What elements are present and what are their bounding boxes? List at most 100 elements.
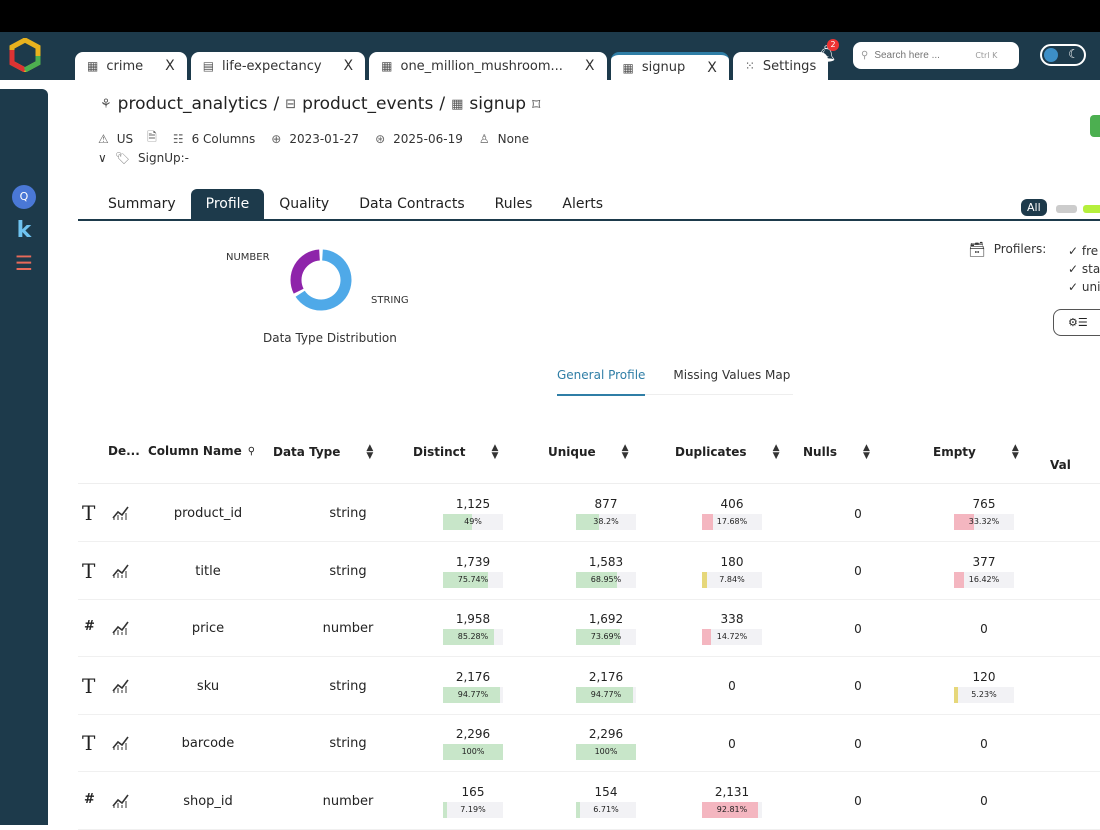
tab-label: signup — [641, 60, 686, 75]
table-row[interactable]: Tsku string 2,176 94.77% 2,176 94.77% 0 0 120 5.2… — [78, 658, 1100, 715]
column-header[interactable]: Column Name ⚲ — [148, 444, 255, 458]
percent-label: 7.19% — [460, 804, 486, 814]
search-box[interactable]: ⚲ Ctrl K — [853, 42, 1019, 69]
filter-all-pill[interactable]: All — [1021, 199, 1047, 216]
profiler-item: ✓ uni — [1068, 280, 1100, 294]
subtab-missing-values[interactable]: Missing Values Map — [673, 368, 790, 396]
sort-icon[interactable]: ▲ ▼ — [622, 444, 629, 461]
nulls-value: 0 — [854, 736, 862, 751]
tab-rules[interactable]: Rules — [480, 189, 548, 219]
percent-label: 16.42% — [968, 574, 1000, 584]
breadcrumb-schema[interactable]: product_events — [302, 94, 433, 114]
table-row[interactable]: Ttitle string 1,739 75.74% 1,583 68.95% 180 7.8… — [78, 543, 1100, 600]
column-name-cell: sku — [148, 658, 268, 715]
filter-grey-pill[interactable] — [1056, 205, 1077, 213]
close-icon[interactable]: X — [344, 58, 354, 74]
chart-icon[interactable] — [111, 732, 131, 752]
tab-crime[interactable]: ▦ crime X — [75, 52, 187, 80]
close-icon[interactable]: X — [585, 58, 595, 74]
doc-icon[interactable]: 🗎︎ — [147, 128, 157, 149]
bookmark-icon[interactable]: ⌑ — [532, 95, 540, 114]
percent-bar: 94.77% — [443, 686, 503, 703]
search-input[interactable] — [874, 50, 970, 61]
tab-alerts[interactable]: Alerts — [547, 189, 618, 219]
tab-summary[interactable]: Summary — [93, 189, 191, 219]
tab-signup[interactable]: ▦ signup X — [610, 52, 729, 80]
chart-icon[interactable] — [111, 560, 131, 580]
data-type: number — [322, 793, 374, 809]
table-row[interactable]: # price number 1,958 85.28% 1,692 73.69% 338 14.… — [78, 600, 1100, 657]
tab-data-contracts[interactable]: Data Contracts — [344, 189, 479, 219]
percent-bar: 49% — [443, 514, 503, 530]
table-row[interactable]: # shop_id number 165 7.19% 154 6.71% 2,131 92.81… — [78, 773, 1100, 830]
sort-icon[interactable]: ▲ ▼ — [773, 444, 780, 461]
layers-icon[interactable]: ☰ — [12, 251, 36, 275]
unique-value: 1,692 — [588, 612, 624, 626]
chart-icon[interactable] — [111, 502, 131, 522]
search-shortcut: Ctrl K — [975, 51, 998, 60]
table-header: De... Column Name ⚲ Data Type ▲ ▼ Distinct ▲ ▼ Un… — [78, 436, 1100, 484]
percent-label: 7.84% — [719, 574, 745, 584]
breadcrumb-database[interactable]: product_analytics — [118, 94, 268, 114]
file-tabs: ▦ crime X ▤ life-expectancy X ▦ one_million_mus… — [75, 52, 832, 80]
sort-icon[interactable]: ▲ ▼ — [863, 444, 870, 461]
column-header[interactable]: Nulls ▲ ▼ — [803, 444, 870, 461]
tab-profile[interactable]: Profile — [190, 189, 265, 219]
bigquery-icon[interactable]: Q — [12, 185, 36, 209]
theme-toggle[interactable]: ☾ — [1040, 44, 1086, 66]
close-icon[interactable]: X — [165, 58, 175, 74]
table-row[interactable]: Tproduct_id string 1,125 49% 877 38.2% 406 17.6… — [78, 485, 1100, 542]
k-connector-icon[interactable]: k — [12, 219, 36, 243]
chart-icon[interactable] — [111, 675, 131, 695]
chart-icon[interactable] — [111, 617, 131, 637]
sort-icon[interactable]: ▲ ▼ — [491, 444, 498, 461]
user-icon: ♙ — [478, 131, 490, 146]
tab-quality[interactable]: Quality — [264, 189, 344, 219]
column-name: title — [195, 563, 221, 579]
breadcrumb-separator: / — [273, 94, 280, 114]
column-header[interactable]: De... — [108, 444, 140, 458]
percent-label: 100% — [461, 747, 485, 756]
chevron-down-icon[interactable]: ∨ — [98, 151, 107, 165]
close-icon[interactable]: X — [707, 60, 717, 76]
tab-label: crime — [106, 58, 144, 74]
tab-life-expectancy[interactable]: ▤ life-expectancy X — [190, 52, 366, 80]
column-header[interactable]: Data Type ▲ ▼ — [273, 444, 373, 461]
distinct-value: 1,739 — [455, 554, 491, 569]
column-header[interactable]: Unique ▲ ▼ — [548, 444, 629, 461]
configure-button[interactable]: ⚙☰ — [1053, 309, 1100, 336]
sort-icon[interactable]: ▲ ▼ — [366, 444, 373, 461]
profilers: 🗃︎ Profilers: — [968, 242, 1046, 258]
data-type-cell: number — [303, 773, 393, 830]
column-header[interactable]: Empty ▲ ▼ — [933, 444, 1019, 461]
subtab-general-profile[interactable]: General Profile — [557, 368, 646, 396]
unique-value: 2,296 — [588, 727, 624, 741]
search-icon[interactable]: ⚲ — [248, 446, 255, 457]
column-header[interactable]: Distinct ▲ ▼ — [413, 444, 498, 461]
column-name: sku — [196, 678, 220, 694]
profiler-name: uni — [1081, 280, 1100, 294]
tab-one-million-mushroom-[interactable]: ▦ one_million_mushroom... X — [369, 52, 607, 80]
empty-cell: 0 — [954, 773, 1014, 830]
distinct-cell: 165 7.19% — [443, 773, 503, 830]
data-type: string — [329, 678, 367, 694]
duplicates-cell: 2,131 92.81% — [702, 773, 762, 830]
column-header[interactable]: Duplicates ▲ ▼ — [675, 444, 780, 461]
header-label: Distinct — [413, 445, 466, 459]
percent-fill — [954, 686, 958, 703]
green-action-button[interactable] — [1090, 115, 1100, 137]
sort-icon[interactable]: ▲ ▼ — [1012, 444, 1019, 461]
breadcrumb: ⚘ product_analytics / ⊟ product_events /… — [100, 94, 540, 114]
tag-icon: 🏷︎ — [114, 151, 131, 165]
chart-icon[interactable] — [111, 790, 131, 810]
column-header[interactable]: Val — [1050, 458, 1071, 472]
nulls-value: 0 — [854, 679, 862, 693]
table-icon: ▦ — [451, 96, 464, 112]
filter-lime-pill[interactable] — [1083, 205, 1100, 213]
table-row[interactable]: Tbarcode string 2,296 100% 2,296 100% 0 0 0 — [78, 715, 1100, 772]
empty-cell: 0 — [954, 600, 1014, 657]
column-name: barcode — [181, 736, 235, 751]
column-count: 6 Columns — [191, 131, 256, 146]
distinct-cell: 2,296 100% — [443, 715, 503, 772]
tab-settings[interactable]: ⁙ Settings — [732, 52, 829, 80]
